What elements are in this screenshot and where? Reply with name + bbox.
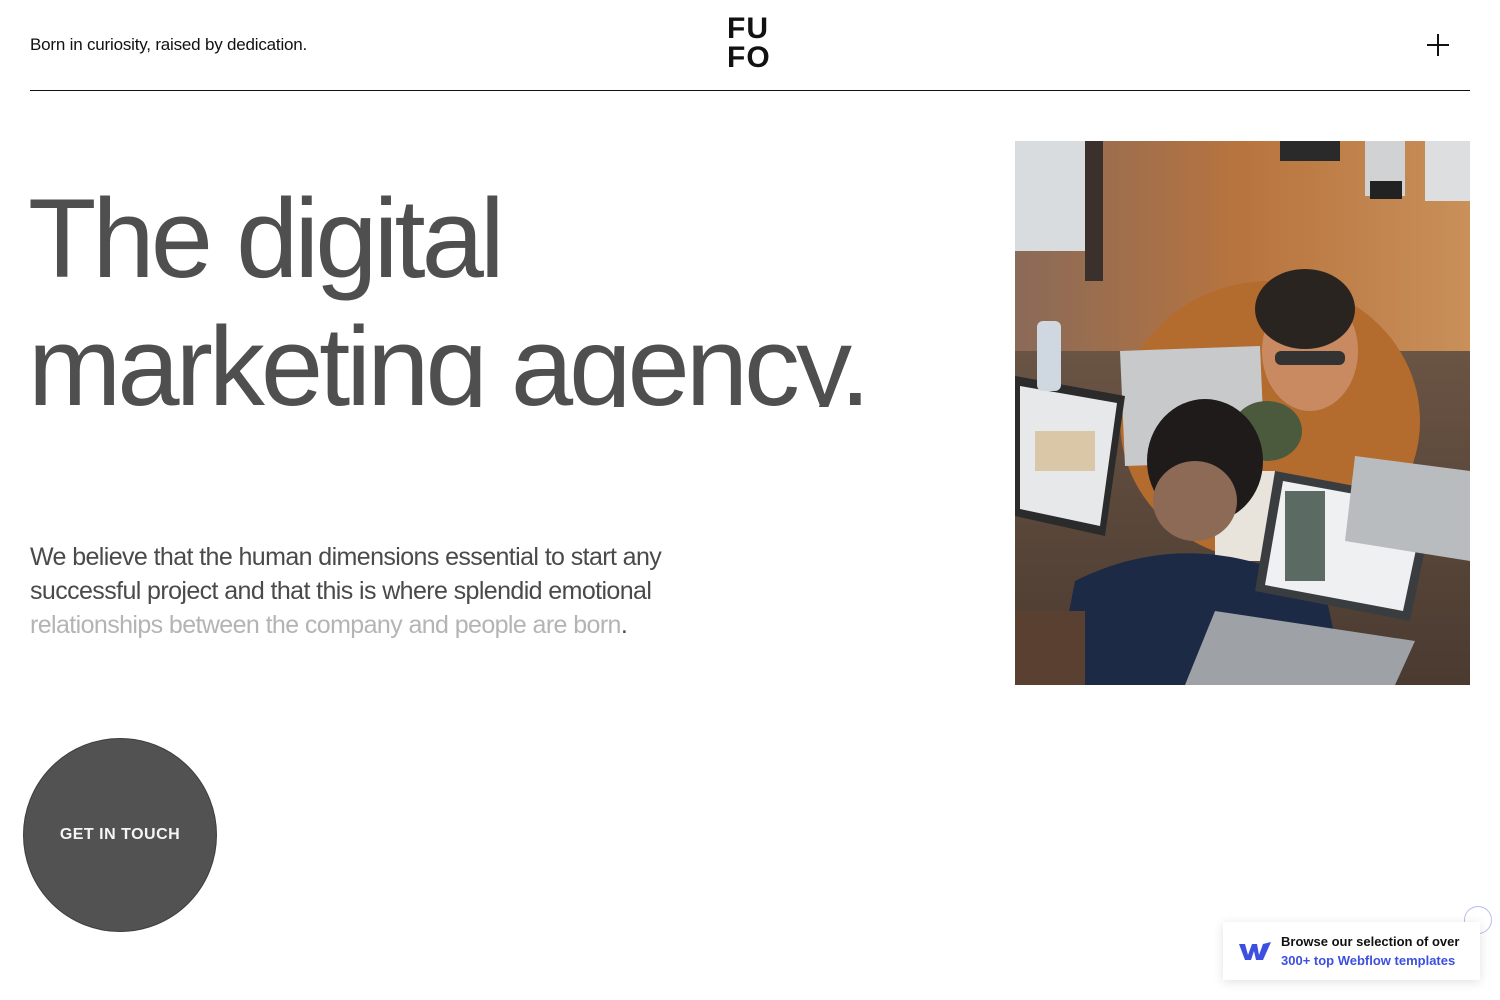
promo-line-2[interactable]: 300+ top Webflow templates xyxy=(1281,953,1455,968)
webflow-logo-icon xyxy=(1239,942,1271,960)
intro-period: . xyxy=(620,611,628,639)
intro-faded-text: relationships between the company and pe… xyxy=(30,611,621,639)
webflow-templates-promo[interactable]: Browse our selection of over 300+ top We… xyxy=(1223,922,1480,980)
hero-intro: We believe that the human dimensions ess… xyxy=(30,540,750,642)
logo-line-2: FO xyxy=(727,41,771,74)
logo-line-1: FU xyxy=(727,12,769,45)
hero-title-line-1: The digital xyxy=(28,176,505,301)
get-in-touch-button[interactable]: GET IN TOUCH xyxy=(23,738,217,932)
hero-photo xyxy=(1015,141,1470,685)
hero-title-line-2: marketing agency. xyxy=(28,304,871,407)
promo-line-1: Browse our selection of over xyxy=(1281,934,1460,949)
plus-icon[interactable] xyxy=(1427,33,1451,57)
intro-text: We believe that the human dimensions ess… xyxy=(30,543,662,605)
fufo-logo[interactable]: FU FO xyxy=(727,12,775,74)
site-header: Born in curiosity, raised by dedication.… xyxy=(30,0,1470,91)
get-in-touch-label: GET IN TOUCH xyxy=(59,826,181,843)
team-working-photo xyxy=(1015,141,1470,685)
header-tagline: Born in curiosity, raised by dedication. xyxy=(30,35,308,54)
hero-title: The digital marketing agency. xyxy=(28,175,928,407)
